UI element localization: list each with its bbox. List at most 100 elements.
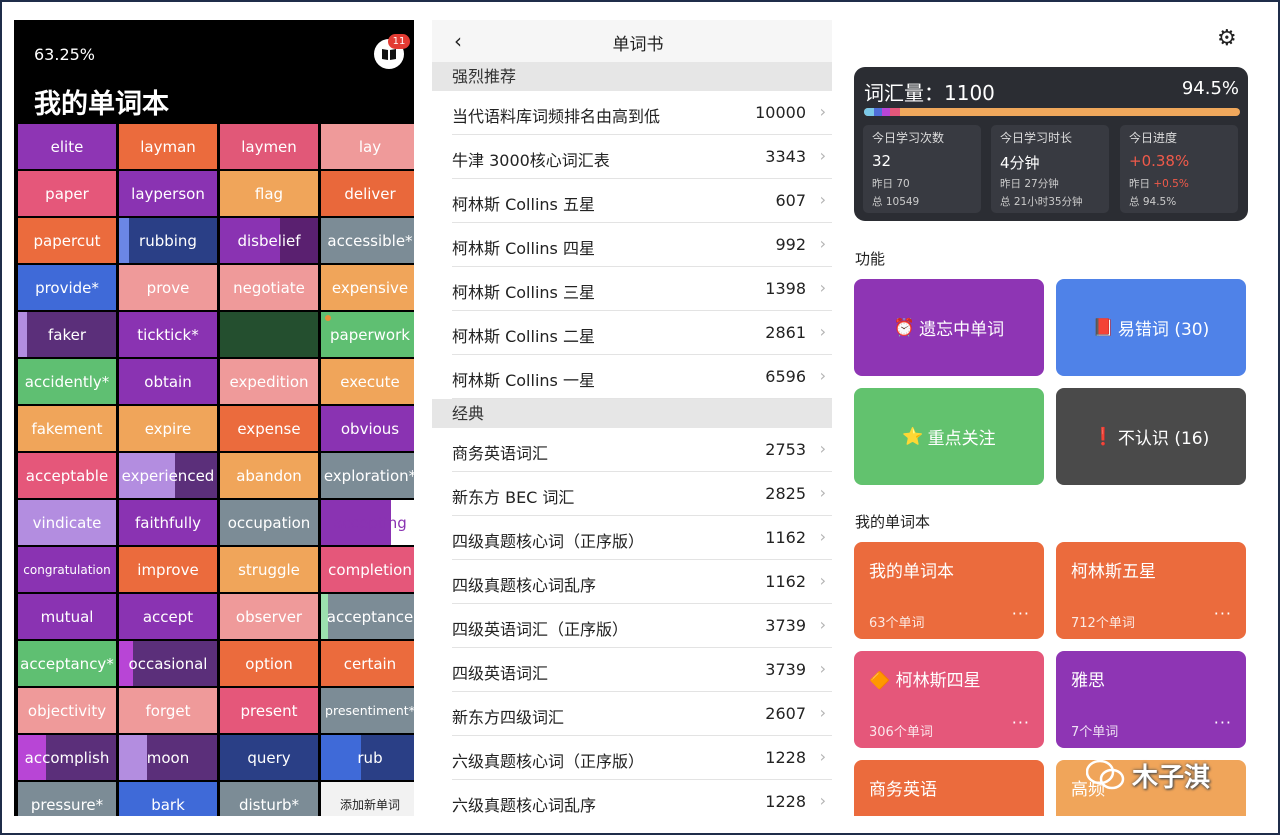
wordbook-row[interactable]: 柯林斯 Collins 三星 1398 › xyxy=(432,267,832,311)
word-cell[interactable]: accessible* xyxy=(321,218,414,263)
wordbook-row[interactable]: 四级真题核心词（正序版） 1162 › xyxy=(432,516,832,560)
wordbook-row[interactable]: 商务英语词汇 2753 › xyxy=(432,428,832,472)
more-icon[interactable]: ··· xyxy=(1012,713,1030,732)
word-cell[interactable]: fakement xyxy=(18,406,116,451)
word-cell[interactable]: laymen xyxy=(220,124,318,169)
function-button[interactable]: ❗ 不认识 (16) xyxy=(1056,388,1246,485)
wordbook-row[interactable]: 新东方四级词汇 2607 › xyxy=(432,692,832,736)
word-cell[interactable]: acceptancy* xyxy=(18,641,116,686)
word-cell[interactable]: accidently* xyxy=(18,359,116,404)
word-cell[interactable]: 添加新单词 xyxy=(321,782,414,816)
function-button[interactable]: ⏰ 遗忘中单词 xyxy=(854,279,1044,376)
word-label: forget xyxy=(145,701,191,720)
word-cell[interactable]: disbelief xyxy=(220,218,318,263)
wordbook-row[interactable]: 四级英语词汇（正序版） 3739 › xyxy=(432,604,832,648)
word-cell[interactable]: negotiate xyxy=(220,265,318,310)
word-label: faithfully xyxy=(134,513,202,532)
word-cell[interactable]: acceptable xyxy=(18,453,116,498)
word-cell[interactable]: acceptance xyxy=(321,594,414,639)
wordbook-row[interactable]: 六级真题核心词（正序版） 1228 › xyxy=(432,736,832,780)
wordbook-row[interactable]: 当代语料库词频排名由高到低 10000 › xyxy=(432,91,832,135)
word-cell[interactable]: presentiment* xyxy=(321,688,414,733)
wordbook-row[interactable]: 四级真题核心词乱序 1162 › xyxy=(432,560,832,604)
wordbook-card[interactable]: 柯林斯五星 712个单词 ··· xyxy=(1056,542,1246,639)
word-cell[interactable]: paper xyxy=(18,171,116,216)
word-cell[interactable]: lay xyxy=(321,124,414,169)
wordbook-card[interactable]: 🔶 柯林斯四星 306个单词 ··· xyxy=(854,651,1044,748)
word-label: query xyxy=(247,748,291,767)
word-cell[interactable]: occupation xyxy=(220,500,318,545)
word-cell[interactable]: improve xyxy=(119,547,217,592)
word-cell[interactable]: option xyxy=(220,641,318,686)
word-cell[interactable]: obvious xyxy=(321,406,414,451)
word-cell[interactable]: vindicate xyxy=(18,500,116,545)
gear-icon[interactable]: ⚙ xyxy=(1217,26,1237,51)
word-cell[interactable]: execute xyxy=(321,359,414,404)
word-cell[interactable]: observer xyxy=(220,594,318,639)
more-icon[interactable]: ··· xyxy=(1214,713,1232,732)
wordbook-card-count: 306个单词 xyxy=(869,725,933,740)
word-label: rub xyxy=(357,748,383,767)
word-cell[interactable]: accomplish xyxy=(18,735,116,780)
word-cell[interactable]: disturb* xyxy=(220,782,318,816)
word-cell[interactable]: expensive xyxy=(321,265,414,310)
word-cell[interactable]: layperson xyxy=(119,171,217,216)
word-cell[interactable]: query xyxy=(220,735,318,780)
word-cell[interactable]: deliver xyxy=(321,171,414,216)
word-cell[interactable]: faithfully xyxy=(119,500,217,545)
word-cell[interactable]: present xyxy=(220,688,318,733)
dashboard-screen: ⚙ 词汇量：1100 94.5% 今日学习次数 32 昨日 70 总 10549… xyxy=(840,20,1260,816)
word-label: accidently* xyxy=(24,372,110,391)
word-cell[interactable]: layman xyxy=(119,124,217,169)
more-icon[interactable]: ··· xyxy=(1214,604,1232,623)
word-cell[interactable]: mutual xyxy=(18,594,116,639)
function-button[interactable]: ⭐ 重点关注 xyxy=(854,388,1044,485)
word-cell[interactable]: expense xyxy=(220,406,318,451)
word-cell[interactable]: prove xyxy=(119,265,217,310)
word-cell[interactable]: objectivity xyxy=(18,688,116,733)
word-cell[interactable]: congratulation xyxy=(18,547,116,592)
wordbook-card[interactable]: 雅思 7个单词 ··· xyxy=(1056,651,1246,748)
word-cell[interactable]: struggle xyxy=(220,547,318,592)
vocab-card: 词汇量：1100 94.5% 今日学习次数 32 昨日 70 总 10549 今… xyxy=(854,67,1248,221)
word-cell[interactable]: abandon xyxy=(220,453,318,498)
wordbook-row[interactable]: 柯林斯 Collins 五星 607 › xyxy=(432,179,832,223)
wordbook-row[interactable]: 柯林斯 Collins 四星 992 › xyxy=(432,223,832,267)
word-cell[interactable]: rubbing xyxy=(119,218,217,263)
word-cell[interactable]: obtain xyxy=(119,359,217,404)
progress-strip xyxy=(18,312,27,357)
wordbook-card[interactable]: 我的单词本 63个单词 ··· xyxy=(854,542,1044,639)
word-cell[interactable]: occasional xyxy=(119,641,217,686)
wordbook-row[interactable]: 新东方 BEC 词汇 2825 › xyxy=(432,472,832,516)
wordbook-row[interactable]: 牛津 3000核心词汇表 3343 › xyxy=(432,135,832,179)
word-cell[interactable]: forget xyxy=(119,688,217,733)
word-cell[interactable]: accept xyxy=(119,594,217,639)
word-cell[interactable]: moon xyxy=(119,735,217,780)
wordbook-count: 6596 xyxy=(765,367,806,386)
empty-cell[interactable] xyxy=(220,312,318,357)
word-cell[interactable]: expire xyxy=(119,406,217,451)
function-button[interactable]: 📕 易错词 (30) xyxy=(1056,279,1246,376)
word-cell[interactable]: ticktick* xyxy=(119,312,217,357)
word-cell[interactable]: experienced xyxy=(119,453,217,498)
word-cell[interactable]: flag xyxy=(220,171,318,216)
word-cell[interactable]: pressure* xyxy=(18,782,116,816)
word-cell[interactable]: completion xyxy=(321,547,414,592)
word-cell[interactable]: faker xyxy=(18,312,116,357)
word-cell[interactable]: papercut xyxy=(18,218,116,263)
word-cell[interactable]: bark xyxy=(119,782,217,816)
word-cell[interactable]: expedition xyxy=(220,359,318,404)
more-icon[interactable]: ··· xyxy=(1012,604,1030,623)
wordbook-row[interactable]: 四级英语词汇 3739 › xyxy=(432,648,832,692)
wordbook-row[interactable]: 柯林斯 Collins 一星 6596 › xyxy=(432,355,832,399)
wordbook-row[interactable]: 六级真题核心词乱序 1228 › xyxy=(432,780,832,816)
word-cell[interactable]: exploration* xyxy=(321,453,414,498)
word-cell[interactable]: provide* xyxy=(18,265,116,310)
word-cell[interactable]: rub xyxy=(321,735,414,780)
wordbook-card[interactable]: 商务英语 xyxy=(854,760,1044,816)
word-cell[interactable]: accepting xyxy=(321,500,414,545)
word-cell[interactable]: elite xyxy=(18,124,116,169)
wordbook-row[interactable]: 柯林斯 Collins 二星 2861 › xyxy=(432,311,832,355)
word-cell[interactable]: certain xyxy=(321,641,414,686)
word-cell[interactable]: paperwork xyxy=(321,312,414,357)
